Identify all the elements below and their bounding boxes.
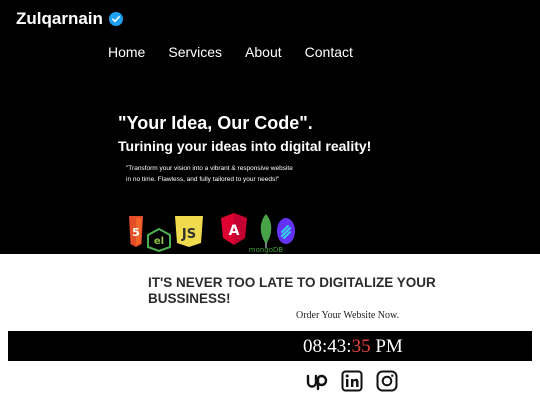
hero-description: "Transform your vision into a vibrant & … — [126, 165, 293, 183]
clock-minutes: 43 — [327, 336, 347, 357]
javascript-logo-icon: JS — [175, 216, 203, 247]
html5-logo-icon: 5 — [129, 216, 143, 247]
brand-name: Zulqarnain — [16, 9, 103, 28]
hero-subheadline: Turining your ideas into digital reality… — [118, 138, 372, 154]
svg-text:mongoDB: mongoDB — [249, 246, 284, 254]
cta-title: IT'S NEVER TOO LATE TO DIGITALIZE YOUR B… — [148, 275, 436, 306]
order-website-link[interactable]: Order Your Website Now. — [296, 310, 399, 321]
hero-section: Zulqarnain Home Services About Contact "… — [0, 0, 540, 254]
digital-clock: 08:43:35 PM — [303, 336, 403, 358]
nav-contact[interactable]: Contact — [305, 44, 353, 60]
nav-home[interactable]: Home — [108, 44, 145, 60]
electron-logo-icon: el — [147, 228, 171, 252]
upwork-icon[interactable] — [306, 370, 328, 392]
svg-text:5: 5 — [132, 226, 140, 239]
clock-hours: 08 — [303, 336, 322, 357]
angular-logo-icon: A — [221, 213, 247, 245]
clock-seconds: 35 — [351, 336, 371, 357]
linkedin-icon[interactable] — [341, 370, 363, 392]
nav-about[interactable]: About — [245, 44, 282, 60]
svg-text:el: el — [154, 236, 164, 247]
verified-badge-icon — [108, 12, 123, 26]
clock-bar: 08:43:35 PM — [8, 331, 532, 361]
clock-period: PM — [375, 336, 403, 357]
svg-text:A: A — [229, 223, 240, 239]
brand[interactable]: Zulqarnain — [16, 9, 123, 29]
svg-text:JS: JS — [181, 227, 196, 242]
tech-logos: 5 el JS A mongoDB — [124, 212, 304, 256]
nav-services[interactable]: Services — [168, 44, 222, 60]
swiper-logo-icon — [277, 218, 295, 244]
instagram-icon[interactable] — [376, 370, 398, 392]
hero-headline: "Your Idea, Our Code". — [118, 113, 313, 133]
main-nav: Home Services About Contact — [108, 44, 376, 60]
social-links — [306, 370, 398, 392]
